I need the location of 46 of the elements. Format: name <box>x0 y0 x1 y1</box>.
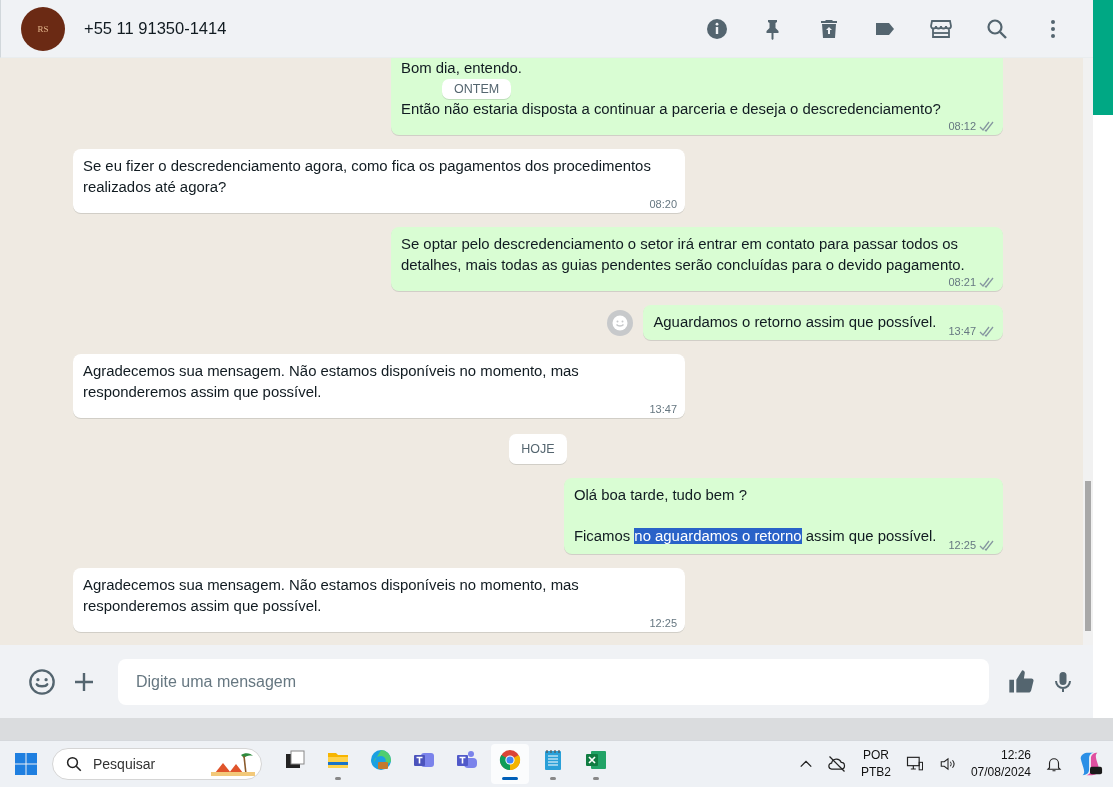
search-placeholder: Pesquisar <box>93 756 157 772</box>
message-time: 12:25 <box>948 539 976 551</box>
language-text: POR <box>862 747 889 764</box>
message-text: Bom dia, entendo. <box>401 59 523 78</box>
info-icon[interactable] <box>705 16 729 41</box>
message-time: 12:25 <box>649 617 677 629</box>
beach-chairs-icon <box>211 751 255 777</box>
search-icon <box>65 755 83 773</box>
clock-date: 07/08/2024 <box>970 764 1031 781</box>
message-text: Se eu fizer o descredenciamento agora, como fica os pagamentos dos procedimentos realizados até agora? <box>83 157 652 197</box>
message-input[interactable]: Digite uma mensagem <box>118 658 989 705</box>
layout-text: PTB2 <box>860 764 891 781</box>
thumbs-up-icon[interactable] <box>1007 667 1035 696</box>
excel-icon <box>584 748 608 772</box>
date-chip: HOJE <box>509 434 567 464</box>
clock-time: 12:26 <box>1000 747 1031 764</box>
message-text: Agradecemos sua mensagem. Não estamos disponíveis no momento, mas responderemos assim que possível. <box>83 576 580 616</box>
search-icon[interactable] <box>985 16 1009 41</box>
scrollbar-thumb[interactable] <box>1085 481 1091 631</box>
message-text: Aguardamos o retorno assim que possível. <box>653 313 938 332</box>
message-text: Então não estaria disposta a continuar a parceria e deseja o descredenciamento? <box>401 100 942 119</box>
message-time: 13:47 <box>649 403 677 415</box>
scrollbar[interactable] <box>1083 58 1093 645</box>
bell-icon[interactable] <box>1045 755 1063 773</box>
message-text: Ficamos no aguardamos o retorno assim que possível. <box>573 527 938 546</box>
contact-name[interactable]: +55 11 91350-1414 <box>84 19 227 38</box>
edge-icon <box>369 748 393 772</box>
windows-start-icon[interactable] <box>14 752 38 776</box>
language-indicator[interactable]: POR PTB2 <box>860 747 891 781</box>
speaker-icon[interactable] <box>938 755 957 773</box>
taskbar-search-field[interactable]: Pesquisar <box>52 748 262 780</box>
date-chip: ONTEM <box>442 79 512 99</box>
message-time: 13:47 <box>948 325 976 337</box>
chrome-icon <box>498 748 522 772</box>
message-text: Olá boa tarde, tudo bem ? <box>573 486 748 505</box>
logo-text: RS <box>37 23 49 34</box>
contact-avatar[interactable]: RS <box>21 6 65 51</box>
emoji-icon[interactable] <box>28 667 56 696</box>
taskbar-clock[interactable]: 12:26 07/08/2024 <box>970 747 1031 781</box>
message-text: Agradecemos sua mensagem. Não estamos disponíveis no momento, mas responderemos assim que possível. <box>83 362 580 402</box>
message-text: Se optar pelo descredenciamento o setor irá entrar em contato para passar todos os detalhes, mais todas as guias pendentes serão concluídas para o devido pagamento. <box>401 235 966 275</box>
message-time: 08:12 <box>948 120 976 132</box>
taskbar-app-button[interactable] <box>491 744 529 784</box>
cloud-off-icon[interactable] <box>826 754 847 774</box>
message-time: 08:20 <box>649 198 677 210</box>
message-time: 08:21 <box>948 276 976 288</box>
